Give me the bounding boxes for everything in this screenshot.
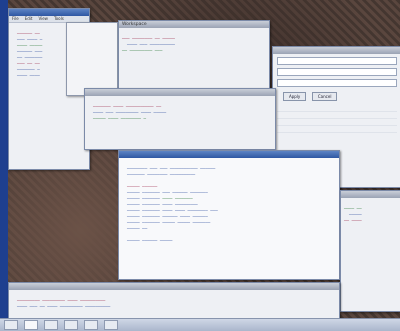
taskbar-item[interactable]: [24, 320, 38, 330]
taskbar-item[interactable]: [84, 320, 98, 330]
right-lower-code[interactable]: ──── ── ───── ── ────: [341, 198, 400, 232]
tree-row[interactable]: [277, 119, 397, 126]
tree-row[interactable]: [277, 105, 397, 112]
menu-dropdown[interactable]: [66, 22, 118, 96]
workspace-titlebar[interactable]: Workspace: [119, 21, 269, 28]
bottom-editor-titlebar[interactable]: [9, 283, 339, 290]
menu-view[interactable]: View: [38, 16, 48, 22]
menu-dropdown-item[interactable]: [67, 58, 117, 65]
tree-row[interactable]: [277, 112, 397, 119]
middle-editor-titlebar[interactable]: [85, 89, 275, 96]
menu-dropdown-item[interactable]: [67, 65, 117, 72]
menu-dropdown-item[interactable]: [67, 72, 117, 79]
taskbar-item[interactable]: [64, 320, 78, 330]
apply-button[interactable]: Apply: [283, 92, 307, 101]
form-field-row: [277, 57, 397, 65]
left-editor-titlebar[interactable]: [9, 9, 89, 16]
taskbar-item[interactable]: [104, 320, 118, 330]
menu-dropdown-item[interactable]: [67, 37, 117, 44]
taskbar-item[interactable]: [4, 320, 18, 330]
console-window[interactable]: ──────── ─── ─── ─────────── ────── ────…: [118, 150, 340, 280]
bottom-editor-window[interactable]: ───────── ───────── ──── ────────── ────…: [8, 282, 340, 320]
workspace-window[interactable]: Workspace ─── ──────── ── ───── ──── ───…: [118, 20, 270, 92]
console-output[interactable]: ──────── ─── ─── ─────────── ────── ────…: [119, 158, 339, 252]
taskbar: [0, 318, 400, 331]
workspace-code[interactable]: ─── ──────── ── ───── ──── ─── ─────────…: [119, 28, 269, 62]
menu-dropdown-item[interactable]: [67, 51, 117, 58]
right-lower-window[interactable]: ──── ── ───── ── ────: [340, 190, 400, 312]
right-form-titlebar[interactable]: [273, 47, 400, 54]
form-tree[interactable]: [273, 103, 400, 135]
form-input[interactable]: [277, 79, 397, 87]
menu-dropdown-item[interactable]: [67, 44, 117, 51]
tree-row[interactable]: [277, 126, 397, 133]
desktop-left-strip: [0, 0, 8, 318]
middle-editor-window[interactable]: ─────── ──── ─────────── ── ──── ─── ───…: [84, 88, 276, 150]
menu-tools[interactable]: Tools: [54, 16, 64, 22]
right-lower-titlebar[interactable]: [341, 191, 400, 198]
taskbar-item[interactable]: [44, 320, 58, 330]
menu-edit[interactable]: Edit: [25, 16, 33, 22]
menu-dropdown-item[interactable]: [67, 23, 117, 30]
form-input[interactable]: [277, 68, 397, 76]
menu-dropdown-item[interactable]: [67, 79, 117, 86]
bottom-editor-code[interactable]: ───────── ───────── ──── ────────── ────…: [9, 290, 339, 318]
menu-dropdown-item[interactable]: [67, 30, 117, 37]
console-titlebar[interactable]: [119, 151, 339, 158]
cancel-button[interactable]: Cancel: [311, 92, 338, 101]
middle-editor-code[interactable]: ─────── ──── ─────────── ── ──── ─── ───…: [85, 96, 275, 130]
menu-file[interactable]: File: [12, 16, 19, 22]
form-field-row: [277, 68, 397, 76]
form-field-row: [277, 79, 397, 87]
form-input[interactable]: [277, 57, 397, 65]
